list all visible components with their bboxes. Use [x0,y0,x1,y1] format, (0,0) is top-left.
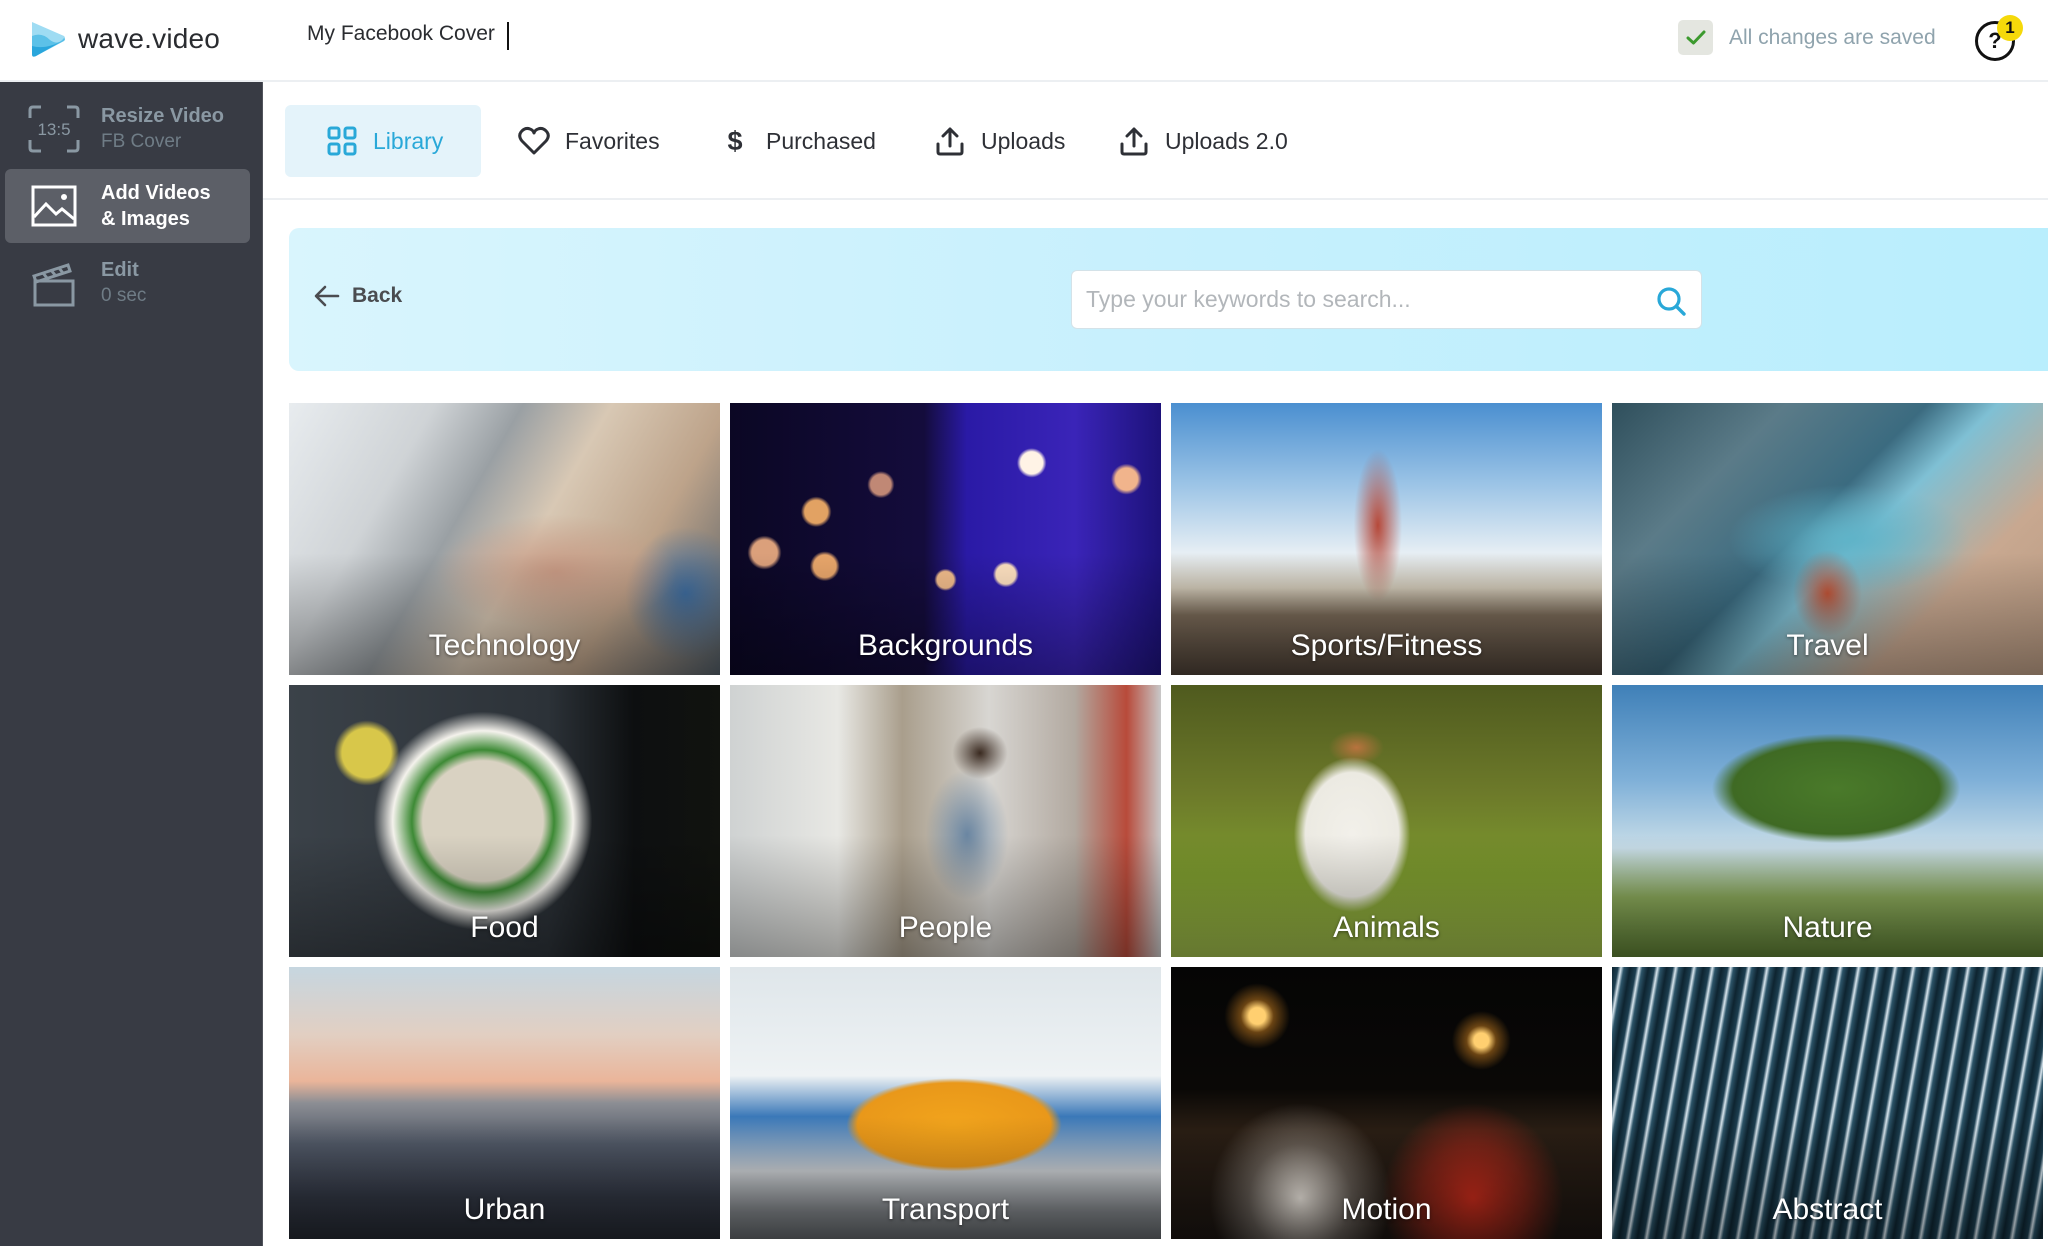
category-tile-technology[interactable]: Technology [289,403,720,675]
text-caret [507,22,509,50]
arrow-left-icon [314,285,340,307]
tab-uploads[interactable]: Uploads [933,105,1065,177]
clapperboard-icon [27,258,81,308]
category-label: Animals [1333,911,1440,944]
category-label: Transport [881,1193,1010,1226]
help-button[interactable]: ? 1 [1975,15,2023,61]
sidebar-item-resize-video[interactable]: 13:5 Resize Video FB Cover [5,96,250,162]
brand-name: wave.video [78,23,221,54]
sidebar-item-title-line2: & Images [101,208,190,230]
search-icon[interactable] [1655,285,1687,317]
category-tile-sports-fitness[interactable]: Sports/Fitness [1171,403,1602,675]
category-tile-people[interactable]: People [730,685,1161,957]
category-tile-food[interactable]: Food [289,685,720,957]
tab-label: Library [373,127,444,154]
category-tile-backgrounds[interactable]: Backgrounds [730,403,1161,675]
svg-text:13:5: 13:5 [37,120,70,139]
category-label: Abstract [1772,1193,1883,1226]
category-tile-transport[interactable]: Transport [730,967,1161,1239]
category-tile-motion[interactable]: Motion [1171,967,1602,1239]
category-label: Technology [428,629,581,662]
sidebar-item-title: Resize Video [101,105,225,127]
category-label: Food [470,911,539,944]
category-grid: Technology Backgrounds Sports/Fitness Tr… [289,403,2043,1239]
sidebar-item-title: Add Videos [101,182,211,204]
category-tile-abstract[interactable]: Abstract [1612,967,2043,1239]
image-icon [27,181,81,231]
category-label: Backgrounds [857,629,1034,662]
top-header: wave.video All changes are saved ? 1 [0,0,2048,82]
sidebar: 13:5 Resize Video FB Cover Add Videos & … [0,82,263,1246]
dollar-icon: $ [727,125,743,156]
brand-logo[interactable]: wave.video [28,18,220,60]
aspect-ratio-icon: 13:5 [27,104,81,154]
category-label: Sports/Fitness [1290,629,1483,662]
tab-label: Favorites [565,127,660,154]
category-tile-animals[interactable]: Animals [1171,685,1602,957]
tab-favorites[interactable]: Favorites [517,105,660,177]
tab-uploads-2[interactable]: Uploads 2.0 [1117,105,1288,177]
wave-video-logo-icon [32,22,65,57]
tab-label: Uploads [981,127,1066,154]
search-input[interactable] [1086,271,1646,328]
sidebar-item-subtitle: 0 sec [101,285,147,306]
category-tile-nature[interactable]: Nature [1612,685,2043,957]
tab-library[interactable]: Library [285,105,482,177]
category-tile-travel[interactable]: Travel [1612,403,2043,675]
heart-icon [517,124,551,158]
category-label: Urban [463,1193,546,1226]
save-status-text: All changes are saved [1729,25,1936,49]
library-tabs: Library Favorites $ Purchased Uploads Up… [263,82,2048,200]
category-label: Nature [1782,911,1873,944]
saved-checkmark-icon [1678,20,1713,55]
sidebar-item-edit[interactable]: Edit 0 sec [5,250,250,316]
upload-icon [933,124,967,158]
upload-icon [1117,124,1151,158]
back-button[interactable]: Back [314,284,402,308]
save-status: All changes are saved [1678,20,1936,55]
sidebar-item-subtitle: FB Cover [101,131,182,152]
search-box [1071,270,1702,329]
tab-purchased[interactable]: $ Purchased [718,105,876,177]
sidebar-item-add-videos-images[interactable]: Add Videos & Images [5,169,250,243]
tab-label: Purchased [766,127,876,154]
search-banner: Back [289,228,2048,371]
sidebar-item-title: Edit [101,259,139,281]
category-tile-urban[interactable]: Urban [289,967,720,1239]
tab-label: Uploads 2.0 [1165,127,1288,154]
back-label: Back [352,284,403,307]
notification-badge: 1 [1997,15,2023,41]
grid-icon [325,124,359,158]
category-label: People [898,911,993,944]
category-label: Motion [1341,1193,1432,1226]
category-label: Travel [1786,629,1869,662]
